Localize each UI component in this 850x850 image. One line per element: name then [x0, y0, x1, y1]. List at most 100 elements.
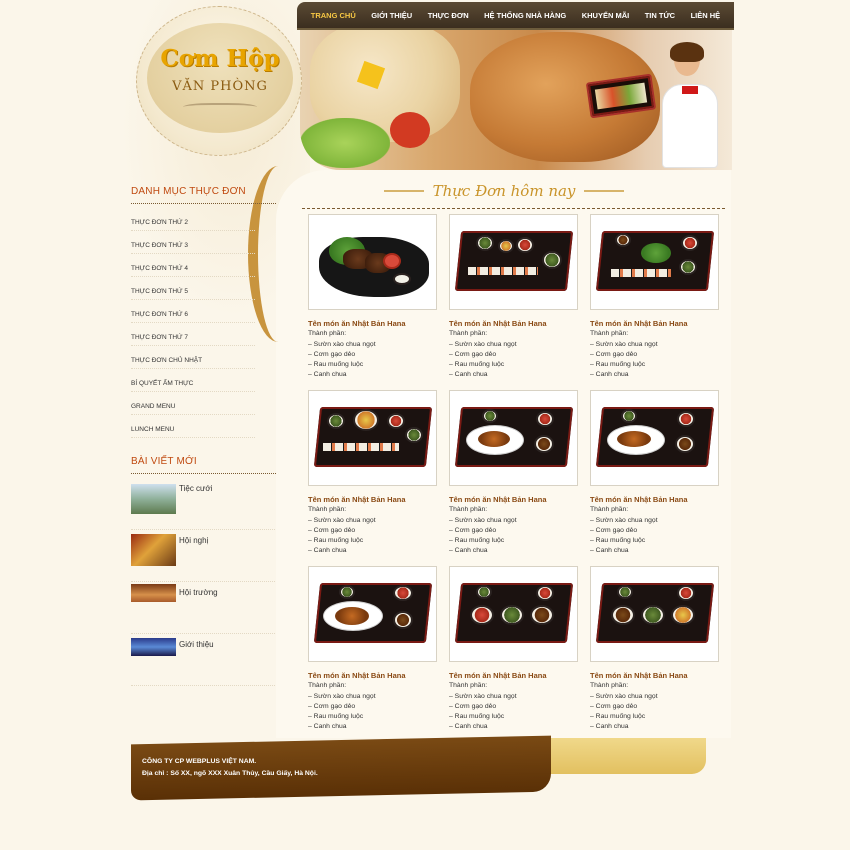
bowl: [679, 259, 697, 275]
ornament-left: [384, 190, 424, 192]
ingredient: – Rau muống luộc: [590, 361, 646, 368]
bowl: [327, 413, 345, 429]
ingredient: – Sườn xào chua ngọt: [590, 693, 658, 700]
ingredient: – Cơm gạo dẻo: [590, 351, 638, 358]
ingredient: – Cơm gạo dẻo: [449, 527, 497, 534]
post-thumbnail[interactable]: [131, 534, 176, 566]
menu-item-sunday[interactable]: THỰC ĐƠN CHỦ NHẬT: [131, 346, 255, 369]
dish-image[interactable]: [449, 566, 578, 662]
section-title: Thực Đơn hôm nay: [384, 176, 624, 206]
post-thumbnail[interactable]: [131, 638, 176, 656]
tempura-bowl: [353, 409, 379, 431]
dish-image[interactable]: [308, 214, 437, 310]
hero-tomato: [390, 112, 430, 148]
footer-address: Địa chỉ : Số XX, ngõ XXX Xuân Thủy, Cầu …: [142, 770, 318, 777]
post-title[interactable]: Hội nghị: [179, 536, 208, 545]
post-item[interactable]: Giới thiệu: [131, 634, 275, 686]
dish-image[interactable]: [308, 390, 437, 486]
dish-card: Tên món ăn Nhật Bản Hana Thành phần: – S…: [449, 566, 579, 736]
bowl: [536, 585, 554, 601]
dish-name[interactable]: Tên món ăn Nhật Bản Hana: [449, 495, 547, 504]
post-thumbnail[interactable]: [131, 584, 176, 602]
dish-image[interactable]: [590, 214, 719, 310]
nav-menu[interactable]: THỰC ĐƠN: [428, 11, 469, 20]
dish-name[interactable]: Tên món ăn Nhật Bản Hana: [449, 671, 547, 680]
nav-promotions[interactable]: KHUYẾN MÃI: [582, 11, 630, 20]
dish-name[interactable]: Tên món ăn Nhật Bản Hana: [590, 495, 688, 504]
ingredient: – Sườn xào chua ngọt: [308, 693, 376, 700]
menu-item-saturday[interactable]: THỰC ĐƠN THỨ 7: [131, 323, 255, 346]
salad: [641, 243, 671, 263]
dish-name[interactable]: Tên món ăn Nhật Bản Hana: [308, 495, 406, 504]
ingredients-label: Thành phần:: [590, 330, 629, 337]
dish-card: Tên món ăn Nhật Bản Hana Thành phần: – S…: [449, 390, 579, 560]
ingredient: – Sườn xào chua ngọt: [590, 341, 658, 348]
menu-item-tuesday[interactable]: THỰC ĐƠN THỨ 3: [131, 231, 255, 254]
dish-card: Tên món ăn Nhật Bản Hana Thành phần: – S…: [449, 214, 579, 384]
section-title-text: Thực Đơn hôm nay: [432, 182, 576, 200]
nav-home[interactable]: TRANG CHỦ: [311, 11, 356, 20]
dish-image[interactable]: [590, 390, 719, 486]
ingredient: – Sườn xào chua ngọt: [308, 517, 376, 524]
sushi-row: [323, 443, 399, 451]
post-title[interactable]: Giới thiệu: [179, 640, 214, 649]
waitress-image: [585, 42, 732, 168]
footer-info: CÔNG TY CP WEBPLUS VIỆT NAM. Địa chỉ : S…: [142, 756, 318, 780]
dish-name[interactable]: Tên món ăn Nhật Bản Hana: [590, 671, 688, 680]
section-divider: [302, 208, 725, 209]
dish-image[interactable]: [449, 214, 578, 310]
dish-name[interactable]: Tên món ăn Nhật Bản Hana: [308, 319, 406, 328]
ingredient: – Canh chua: [308, 547, 347, 554]
post-item[interactable]: Hội nghị: [131, 530, 275, 582]
ingredient-list: – Sườn xào chua ngọt – Cơm gạo dẻo – Rau…: [449, 516, 517, 556]
post-item[interactable]: Tiệc cưới: [131, 478, 275, 530]
dish-name[interactable]: Tên món ăn Nhật Bản Hana: [449, 319, 547, 328]
ingredient: – Cơm gạo dẻo: [308, 703, 356, 710]
menu-item-grand-menu[interactable]: GRAND MENU: [131, 392, 255, 415]
ingredient: – Cơm gạo dẻo: [590, 527, 638, 534]
bowl: [476, 585, 492, 599]
bowl: [677, 585, 695, 601]
menu-item-friday[interactable]: THỰC ĐƠN THỨ 6: [131, 300, 255, 323]
nav-about[interactable]: GIỚI THIỆU: [371, 11, 412, 20]
bowl: [500, 605, 524, 625]
nav-contact[interactable]: LIÊN HỆ: [691, 11, 721, 20]
ornament-right: [584, 190, 624, 192]
ingredient-list: – Sườn xào chua ngọt – Cơm gạo dẻo – Rau…: [449, 340, 517, 380]
post-title[interactable]: Tiệc cưới: [179, 484, 212, 493]
ingredients-label: Thành phần:: [308, 506, 347, 513]
new-posts-heading: BÀI VIẾT MỚI: [131, 456, 276, 474]
menu-item-cooking-tips[interactable]: BÍ QUYẾT ẨM THỰC: [131, 369, 255, 392]
nav-restaurants[interactable]: HỆ THỐNG NHÀ HÀNG: [484, 11, 566, 20]
nav-news[interactable]: TIN TỨC: [645, 11, 675, 20]
dish-card: Tên món ăn Nhật Bản Hana Thành phần: – S…: [308, 390, 438, 560]
menu-item-wednesday[interactable]: THỰC ĐƠN THỨ 4: [131, 254, 255, 277]
menu-item-thursday[interactable]: THỰC ĐƠN THỨ 5: [131, 277, 255, 300]
menu-item-lunch-menu[interactable]: LUNCH MENU: [131, 415, 255, 438]
bowl: [542, 251, 562, 269]
curry: [617, 431, 651, 447]
dish-name[interactable]: Tên món ăn Nhật Bản Hana: [308, 671, 406, 680]
menu-category-list: THỰC ĐƠN THỨ 2 THỰC ĐƠN THỨ 3 THỰC ĐƠN T…: [131, 208, 255, 438]
site-logo[interactable]: Cơm Hộp VĂN PHÒNG: [136, 6, 302, 156]
dish-card: Tên món ăn Nhật Bản Hana Thành phần: – S…: [590, 214, 720, 384]
ingredient: – Canh chua: [590, 547, 629, 554]
dish-name[interactable]: Tên món ăn Nhật Bản Hana: [590, 319, 688, 328]
dish-image[interactable]: [449, 390, 578, 486]
tomato-slice: [383, 253, 401, 269]
bowl: [536, 411, 554, 427]
ingredient: – Rau muống luộc: [590, 537, 646, 544]
bowl: [621, 409, 637, 423]
ingredient: – Rau muống luộc: [590, 713, 646, 720]
bow-tie: [682, 86, 698, 94]
ingredients-label: Thành phần:: [590, 506, 629, 513]
dish-image[interactable]: [308, 566, 437, 662]
post-thumbnail[interactable]: [131, 484, 176, 514]
menu-item-monday[interactable]: THỰC ĐƠN THỨ 2: [131, 208, 255, 231]
bowl: [470, 605, 494, 625]
bowl: [677, 411, 695, 427]
waitress-body: [662, 84, 718, 168]
dish-image[interactable]: [590, 566, 719, 662]
post-item[interactable]: Hội trường: [131, 582, 275, 634]
post-title[interactable]: Hội trường: [179, 588, 218, 597]
